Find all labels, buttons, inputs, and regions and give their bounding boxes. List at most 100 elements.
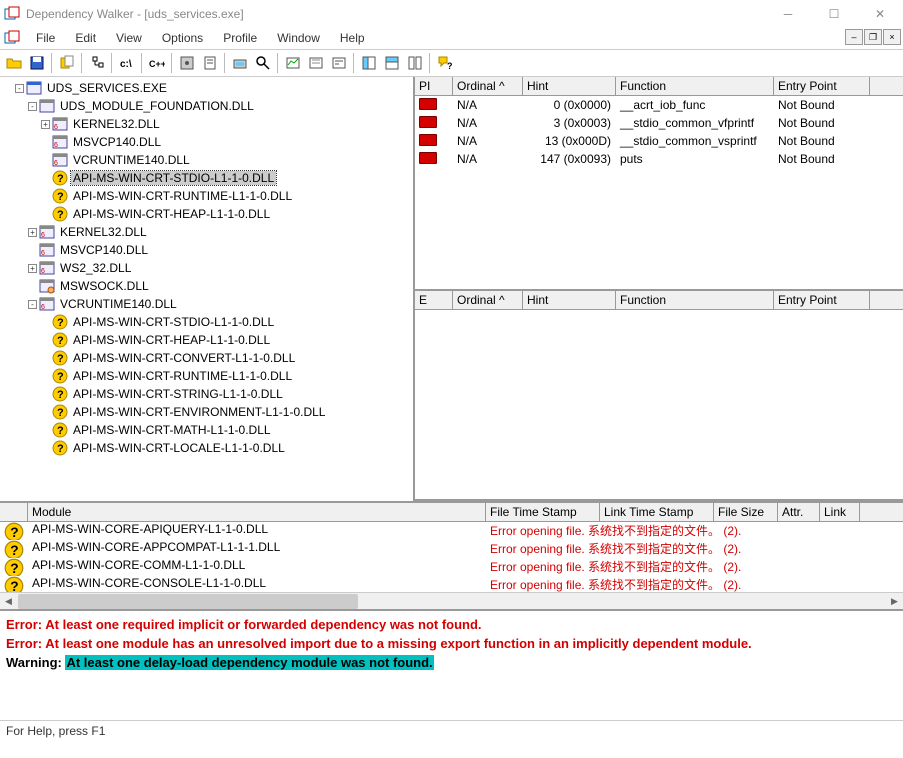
tree-node[interactable]: ?API-MS-WIN-CRT-ENVIRONMENT-L1-1-0.DLL (0, 403, 413, 421)
menu-help[interactable]: Help (330, 29, 375, 47)
col-hint[interactable]: Hint (523, 291, 616, 309)
col-filetime[interactable]: File Time Stamp (486, 503, 600, 521)
exports-header[interactable]: E Ordinal ^ Hint Function Entry Point (415, 291, 903, 310)
menu-edit[interactable]: Edit (65, 29, 106, 47)
copy-icon[interactable] (55, 52, 78, 75)
col-link[interactable]: Link (820, 503, 860, 521)
open-icon[interactable] (2, 52, 25, 75)
tree-node[interactable]: ?API-MS-WIN-CRT-HEAP-L1-1-0.DLL (0, 205, 413, 223)
tree-node[interactable]: ?API-MS-WIN-CRT-LOCALE-L1-1-0.DLL (0, 439, 413, 457)
tree-node[interactable]: ?API-MS-WIN-CRT-STDIO-L1-1-0.DLL (0, 313, 413, 331)
col-module[interactable]: Module (28, 503, 486, 521)
save-icon[interactable] (25, 52, 48, 75)
prev-icon[interactable] (357, 52, 380, 75)
tree-label: KERNEL32.DLL (58, 225, 149, 239)
autoexpand-icon[interactable] (85, 52, 108, 75)
expand-toggle[interactable]: - (15, 84, 24, 93)
import-row[interactable]: N/A147 (0x0093)putsNot Bound (415, 150, 903, 168)
module-list[interactable]: Module File Time Stamp Link Time Stamp F… (0, 501, 903, 609)
tree-node[interactable]: +6KERNEL32.DLL (0, 223, 413, 241)
col-linktime[interactable]: Link Time Stamp (600, 503, 714, 521)
svg-text:6: 6 (54, 124, 58, 131)
help-icon[interactable]: ? (433, 52, 456, 75)
properties-icon[interactable] (198, 52, 221, 75)
module-row[interactable]: ?API-MS-WIN-CORE-APPCOMPAT-L1-1-1.DLLErr… (0, 540, 903, 558)
module-list-header[interactable]: Module File Time Stamp Link Time Stamp F… (0, 503, 903, 522)
menu-view[interactable]: View (106, 29, 152, 47)
fullpath-icon[interactable]: c:\ (115, 52, 138, 75)
module-row[interactable]: ?API-MS-WIN-CORE-COMM-L1-1-0.DLLError op… (0, 558, 903, 576)
module-list-hscroll[interactable]: ◀ ▶ (0, 592, 903, 609)
expand-toggle[interactable]: - (28, 102, 37, 111)
clear-log-icon[interactable] (304, 52, 327, 75)
col-ordinal[interactable]: Ordinal ^ (453, 77, 523, 95)
col-hint[interactable]: Hint (523, 77, 616, 95)
imports-header[interactable]: PI Ordinal ^ Hint Function Entry Point (415, 77, 903, 96)
import-row[interactable]: N/A0 (0x0000)__acrt_iob_funcNot Bound (415, 96, 903, 114)
expand-toggle[interactable]: - (28, 300, 37, 309)
tree-node[interactable]: 6VCRUNTIME140.DLL (0, 151, 413, 169)
mdi-restore[interactable]: ❐ (864, 29, 882, 45)
module-tree[interactable]: -UDS_SERVICES.EXE-UDS_MODULE_FOUNDATION.… (0, 77, 415, 501)
tree-node[interactable]: ?API-MS-WIN-CRT-STRING-L1-1-0.DLL (0, 385, 413, 403)
tree-node[interactable]: -UDS_MODULE_FOUNDATION.DLL (0, 97, 413, 115)
tree-node[interactable]: MSWSOCK.DLL (0, 277, 413, 295)
tree-node[interactable]: 6MSVCP140.DLL (0, 133, 413, 151)
filter-icon[interactable] (327, 52, 350, 75)
status-bar: For Help, press F1 (0, 720, 903, 742)
tree-node[interactable]: ?API-MS-WIN-CRT-RUNTIME-L1-1-0.DLL (0, 187, 413, 205)
menu-file[interactable]: File (26, 29, 65, 47)
col-pi[interactable]: PI (415, 77, 453, 95)
tree-node[interactable]: +6WS2_32.DLL (0, 259, 413, 277)
tree-node[interactable]: -6VCRUNTIME140.DLL (0, 295, 413, 313)
viewmod-icon[interactable] (175, 52, 198, 75)
profile-icon[interactable] (281, 52, 304, 75)
tree-node[interactable]: ?API-MS-WIN-CRT-CONVERT-L1-1-0.DLL (0, 349, 413, 367)
tree-node[interactable]: 6MSVCP140.DLL (0, 241, 413, 259)
log-pane[interactable]: Error: At least one required implicit or… (0, 609, 903, 720)
scroll-left-icon[interactable]: ◀ (0, 593, 17, 609)
tree-label: API-MS-WIN-CRT-CONVERT-L1-1-0.DLL (71, 351, 297, 365)
menu-profile[interactable]: Profile (213, 29, 267, 47)
matching-icon[interactable] (403, 52, 426, 75)
scroll-thumb[interactable] (18, 594, 358, 609)
scroll-right-icon[interactable]: ▶ (886, 593, 903, 609)
import-row[interactable]: N/A13 (0x000D)__stdio_common_vsprintfNot… (415, 132, 903, 150)
col-attr[interactable]: Attr. (778, 503, 820, 521)
find-icon[interactable] (251, 52, 274, 75)
import-row[interactable]: N/A3 (0x0003)__stdio_common_vfprintfNot … (415, 114, 903, 132)
exports-pane[interactable]: E Ordinal ^ Hint Function Entry Point (415, 291, 903, 501)
col-function[interactable]: Function (616, 291, 774, 309)
module-row[interactable]: ?API-MS-WIN-CORE-APIQUERY-L1-1-0.DLLErro… (0, 522, 903, 540)
undecorate-icon[interactable]: C++ (145, 52, 168, 75)
expand-toggle[interactable]: + (41, 120, 50, 129)
tree-node[interactable]: ?API-MS-WIN-CRT-RUNTIME-L1-1-0.DLL (0, 367, 413, 385)
col-entrypoint[interactable]: Entry Point (774, 77, 870, 95)
expand-toggle[interactable]: + (28, 228, 37, 237)
window-title: Dependency Walker - [uds_services.exe] (26, 7, 765, 21)
module-row[interactable]: ?API-MS-WIN-CORE-CONSOLE-L1-1-0.DLLError… (0, 576, 903, 592)
mdi-close[interactable]: × (883, 29, 901, 45)
maximize-button[interactable]: ☐ (811, 0, 857, 27)
dll6-icon: 6 (52, 116, 68, 132)
imports-pane[interactable]: PI Ordinal ^ Hint Function Entry Point N… (415, 77, 903, 291)
tree-node[interactable]: ?API-MS-WIN-CRT-STDIO-L1-1-0.DLL (0, 169, 413, 187)
tree-node[interactable]: -UDS_SERVICES.EXE (0, 79, 413, 97)
close-button[interactable]: ✕ (857, 0, 903, 27)
tree-node[interactable]: ?API-MS-WIN-CRT-HEAP-L1-1-0.DLL (0, 331, 413, 349)
menu-options[interactable]: Options (152, 29, 213, 47)
col-icon[interactable] (0, 503, 28, 521)
syspath-icon[interactable] (228, 52, 251, 75)
next-icon[interactable] (380, 52, 403, 75)
tree-node[interactable]: ?API-MS-WIN-CRT-MATH-L1-1-0.DLL (0, 421, 413, 439)
col-ordinal[interactable]: Ordinal ^ (453, 291, 523, 309)
expand-toggle[interactable]: + (28, 264, 37, 273)
tree-node[interactable]: +6KERNEL32.DLL (0, 115, 413, 133)
col-function[interactable]: Function (616, 77, 774, 95)
col-entrypoint[interactable]: Entry Point (774, 291, 870, 309)
menu-window[interactable]: Window (267, 29, 330, 47)
minimize-button[interactable]: ─ (765, 0, 811, 27)
col-filesize[interactable]: File Size (714, 503, 778, 521)
mdi-minimize[interactable]: – (845, 29, 863, 45)
col-e[interactable]: E (415, 291, 453, 309)
